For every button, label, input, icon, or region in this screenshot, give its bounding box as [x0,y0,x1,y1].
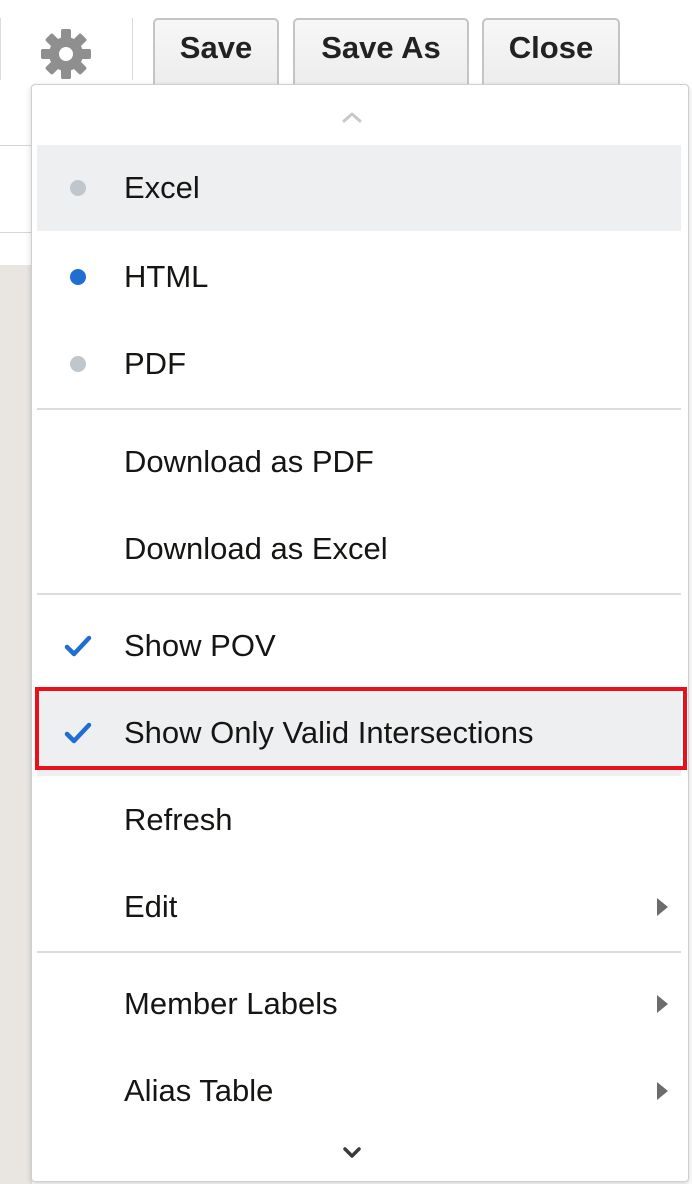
menu-item-pdf[interactable]: PDF [37,321,681,407]
page-background [0,265,32,1184]
close-button[interactable]: Close [482,18,620,90]
menu-item-label: Edit [124,889,178,924]
menu-item-label: Download as Excel [124,531,388,566]
menu-divider [37,593,681,595]
checkmark-icon [63,634,93,658]
save-button[interactable]: Save [153,18,279,90]
menu-item-show-only-valid-intersections[interactable]: Show Only Valid Intersections [37,690,681,776]
toolbar-separator [0,18,1,80]
menu-item-alias-table[interactable]: Alias Table [37,1048,681,1134]
submenu-arrow-icon [657,1082,668,1100]
screen: Save Save As Close Excel HTML PDF Downlo… [0,0,692,1184]
menu-item-download-pdf[interactable]: Download as PDF [37,419,681,505]
menu-item-label: Member Labels [124,986,338,1021]
menu-item-refresh[interactable]: Refresh [37,777,681,863]
menu-item-label: Show POV [124,628,276,663]
chevron-up-icon[interactable] [332,105,372,129]
checkmark-icon [63,721,93,745]
actions-menu: Excel HTML PDF Download as PDF Download … [31,84,689,1182]
menu-item-label: PDF [124,346,186,381]
menu-item-member-labels[interactable]: Member Labels [37,961,681,1047]
menu-divider [37,951,681,953]
background-divider [0,232,32,233]
menu-item-label: Alias Table [124,1073,274,1108]
menu-item-label: Download as PDF [124,444,374,479]
menu-item-label: HTML [124,259,209,294]
radio-dot-selected-icon [70,269,86,285]
menu-item-label: Show Only Valid Intersections [124,715,534,750]
menu-item-label: Refresh [124,802,233,837]
toolbar-separator [132,18,133,80]
menu-item-show-pov[interactable]: Show POV [37,603,681,689]
background-divider [0,145,32,146]
menu-item-download-excel[interactable]: Download as Excel [37,506,681,592]
menu-divider [37,408,681,410]
menu-item-excel[interactable]: Excel [37,145,681,231]
submenu-arrow-icon [657,995,668,1013]
gear-icon[interactable] [40,28,92,80]
radio-dot-icon [70,356,86,372]
chevron-down-icon[interactable] [332,1141,372,1165]
save-as-button[interactable]: Save As [293,18,469,90]
submenu-arrow-icon [657,898,668,916]
menu-item-label: Excel [124,170,200,205]
menu-item-html[interactable]: HTML [37,234,681,320]
menu-item-edit[interactable]: Edit [37,864,681,950]
radio-dot-icon [70,180,86,196]
